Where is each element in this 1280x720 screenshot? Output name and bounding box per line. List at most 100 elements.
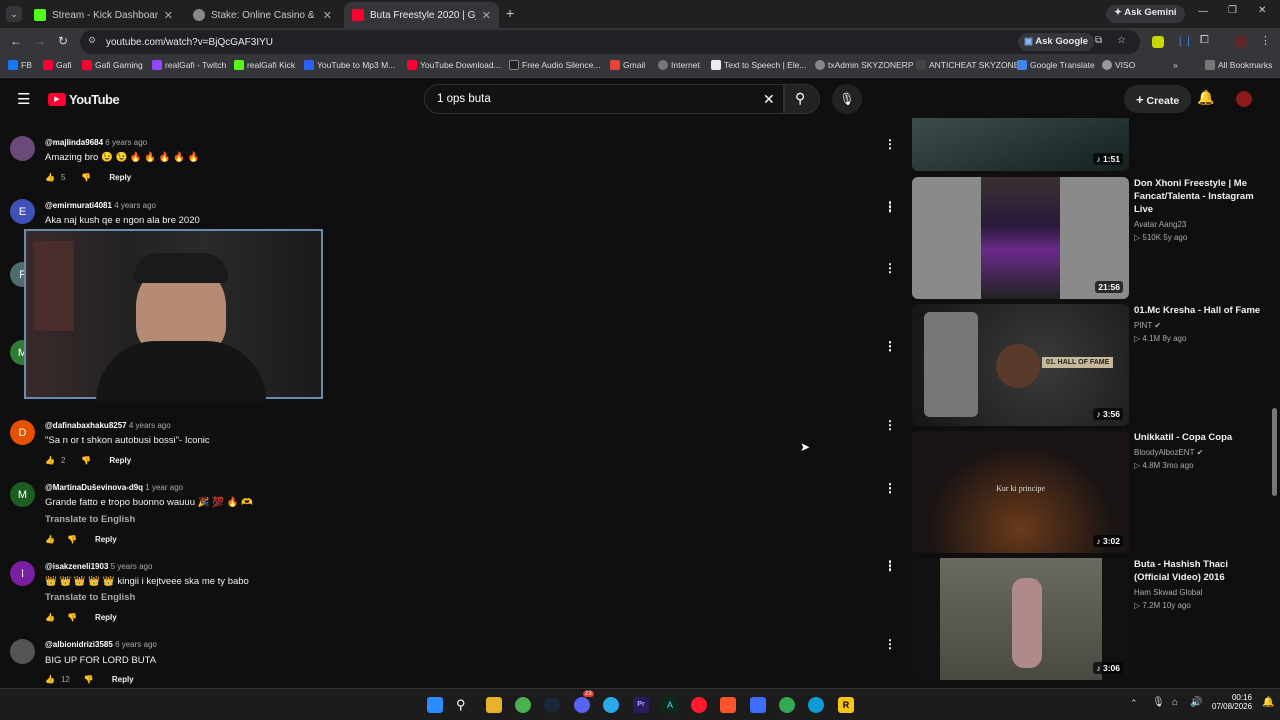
ask-google-button[interactable]: ▣ Ask Google [1018, 33, 1095, 51]
new-tab-button[interactable]: + [506, 5, 514, 21]
bookmark-fb[interactable]: FB [8, 60, 32, 70]
dislike-icon[interactable]: 👎 [81, 173, 91, 182]
bookmark-anticheat[interactable]: ANTICHEAT SKYZONE [916, 60, 1019, 70]
rockstar-icon[interactable]: R [838, 697, 854, 713]
extension-icon[interactable] [1152, 36, 1164, 48]
comment-age[interactable]: 6 years ago [105, 138, 147, 147]
more-actions-icon[interactable]: ⋮ [884, 339, 896, 353]
volume-icon[interactable]: 🔊 [1190, 697, 1202, 708]
bookmark-viso[interactable]: VISO [1102, 60, 1135, 70]
channel-name[interactable]: BloodyAlbozENT [1134, 448, 1194, 457]
tab-kick[interactable]: Stream - Kick Dashboard ✕ [26, 2, 181, 28]
reply-button[interactable]: Reply [95, 613, 117, 622]
comment-handle[interactable]: @emirmurati4081 [45, 201, 112, 210]
premiere-icon[interactable]: Pr [633, 697, 649, 713]
like-icon[interactable]: 👍 [45, 456, 55, 465]
extensions-puzzle-icon[interactable]: ⧠ [1200, 34, 1209, 47]
like-icon[interactable]: 👍 [45, 675, 55, 684]
video-thumbnail[interactable]: 01. HALL OF FAME ♪ 3:56 [912, 304, 1129, 426]
like-icon[interactable]: 👍 [45, 535, 55, 544]
search-input[interactable]: 1 ops buta ✕ [424, 84, 784, 114]
create-button[interactable]: + Create [1124, 85, 1192, 113]
like-icon[interactable]: 👍 [45, 613, 55, 622]
channel-name[interactable]: Ham Skwad Global [1134, 588, 1202, 597]
tab-search-button[interactable]: ⌄ [6, 6, 22, 22]
reload-icon[interactable]: ↻ [58, 34, 68, 48]
clear-search-icon[interactable]: ✕ [763, 91, 775, 108]
bookmark-mp3[interactable]: YouTube to Mp3 M... [304, 60, 395, 70]
avatar[interactable]: I [10, 561, 35, 586]
avatar[interactable] [10, 639, 35, 664]
chrome-icon[interactable] [515, 697, 531, 713]
comment-age[interactable]: 1 year ago [145, 483, 183, 492]
site-info-icon[interactable]: ⚙ [88, 35, 96, 46]
channel-name[interactable]: PINT [1134, 321, 1152, 330]
account-avatar[interactable] [1236, 91, 1252, 107]
opera-icon[interactable] [691, 697, 707, 713]
scrollbar[interactable] [1272, 408, 1277, 496]
more-actions-icon[interactable]: ⋮ [884, 418, 896, 432]
bookmark-txadmin[interactable]: txAdmin SKYZONERP [815, 60, 914, 70]
video-title[interactable]: Unikkatil - Copa Copa [1134, 431, 1264, 444]
like-icon[interactable]: 👍 [45, 173, 55, 182]
search-button[interactable]: ⚲ [784, 84, 820, 114]
translate-button[interactable]: Translate to English [45, 592, 135, 603]
comment-handle[interactable]: @isakzeneli1903 [45, 562, 108, 571]
tab-youtube[interactable]: Buta Freestyle 2020 | Gjoni Blac ✕ [344, 2, 499, 28]
reply-button[interactable]: Reply [109, 173, 131, 182]
voice-search-button[interactable]: 🎙 [832, 84, 862, 114]
video-item[interactable]: 21:56 Don Xhoni Freestyle | Me Fancat/Ta… [884, 177, 1272, 299]
profile-avatar[interactable] [1234, 35, 1248, 49]
file-explorer-icon[interactable] [486, 697, 502, 713]
search-icon[interactable]: ⚲ [456, 697, 472, 713]
close-icon[interactable]: ✕ [164, 9, 173, 22]
clock[interactable]: 00:16 07/08/2026 [1212, 693, 1252, 711]
video-title[interactable]: Don Xhoni Freestyle | Me Fancat/Talenta … [1134, 177, 1264, 216]
comment-handle[interactable]: @MartinaDuševinova-d9q [45, 483, 143, 492]
forward-icon[interactable]: → [34, 34, 46, 48]
bookmark-tts[interactable]: Text to Speech | Ele... [711, 60, 807, 70]
tab-stake[interactable]: Stake: Online Casino & Sports B ✕ [185, 2, 340, 28]
comment-age[interactable]: 4 years ago [114, 201, 156, 210]
more-bookmarks-icon[interactable]: » [1173, 60, 1178, 70]
comment-handle[interactable]: @albionidrizi3585 [45, 640, 113, 649]
app-icon[interactable]: A [662, 697, 678, 713]
dislike-icon[interactable]: 👎 [67, 535, 77, 544]
address-bar[interactable]: ⚙ youtube.com/watch?v=BjQcGAF3IYU ▣ Ask … [80, 30, 1140, 54]
dislike-icon[interactable]: 👎 [67, 613, 77, 622]
video-item[interactable]: ♪ 3:06 Buta - Hashish Thaci (Official Vi… [884, 558, 1272, 680]
more-actions-icon[interactable]: ⋮ [884, 199, 896, 213]
dislike-icon[interactable]: 👎 [81, 456, 91, 465]
network-icon[interactable]: ⌂ [1172, 697, 1178, 708]
bookmark-gafi[interactable]: Gafi [43, 60, 72, 70]
close-window-button[interactable]: ✕ [1258, 5, 1266, 16]
all-bookmarks[interactable]: All Bookmarks [1205, 60, 1272, 70]
microphone-icon[interactable]: 🎙 [1152, 697, 1165, 708]
video-item[interactable]: ♪ 1:51 [912, 118, 1272, 171]
reply-button[interactable]: Reply [112, 675, 134, 684]
video-item[interactable]: 01. HALL OF FAME ♪ 3:56 01.Mc Kresha - H… [884, 304, 1272, 426]
start-icon[interactable] [427, 697, 443, 713]
ask-gemini-button[interactable]: ✦ Ask Gemini [1106, 5, 1185, 23]
video-item[interactable]: Kur ki principe ♪ 3:02 Unikkatil - Copa … [884, 431, 1272, 553]
extension-icon[interactable]: ❘❘ [1176, 36, 1193, 47]
back-icon[interactable]: ← [10, 34, 22, 48]
telegram-icon[interactable] [603, 697, 619, 713]
notifications-bell-icon[interactable]: 🔔 [1197, 89, 1214, 106]
steam-icon[interactable] [544, 697, 560, 713]
video-title[interactable]: Buta - Hashish Thaci (Official Video) 20… [1134, 558, 1264, 584]
maximize-button[interactable]: ❐ [1228, 5, 1237, 16]
bookmark-audio-silence[interactable]: Free Audio Silence... [509, 60, 600, 70]
more-actions-icon[interactable]: ⋮ [884, 481, 896, 495]
more-actions-icon[interactable]: ⋮ [884, 261, 896, 275]
chrome-icon[interactable] [779, 697, 795, 713]
avatar[interactable]: M [10, 482, 35, 507]
discord-icon[interactable]: 23 [574, 691, 594, 713]
more-actions-icon[interactable]: ⋮ [884, 137, 896, 151]
close-icon[interactable]: ✕ [323, 9, 332, 22]
comment-handle[interactable]: @dafinabaxhaku8257 [45, 421, 127, 430]
bookmark-star-icon[interactable]: ☆ [1117, 35, 1126, 46]
comment-age[interactable]: 5 years ago [111, 562, 153, 571]
comment-age[interactable]: 6 years ago [115, 640, 157, 649]
bookmark-gafi-gaming[interactable]: Gafi Gaming [82, 60, 143, 70]
